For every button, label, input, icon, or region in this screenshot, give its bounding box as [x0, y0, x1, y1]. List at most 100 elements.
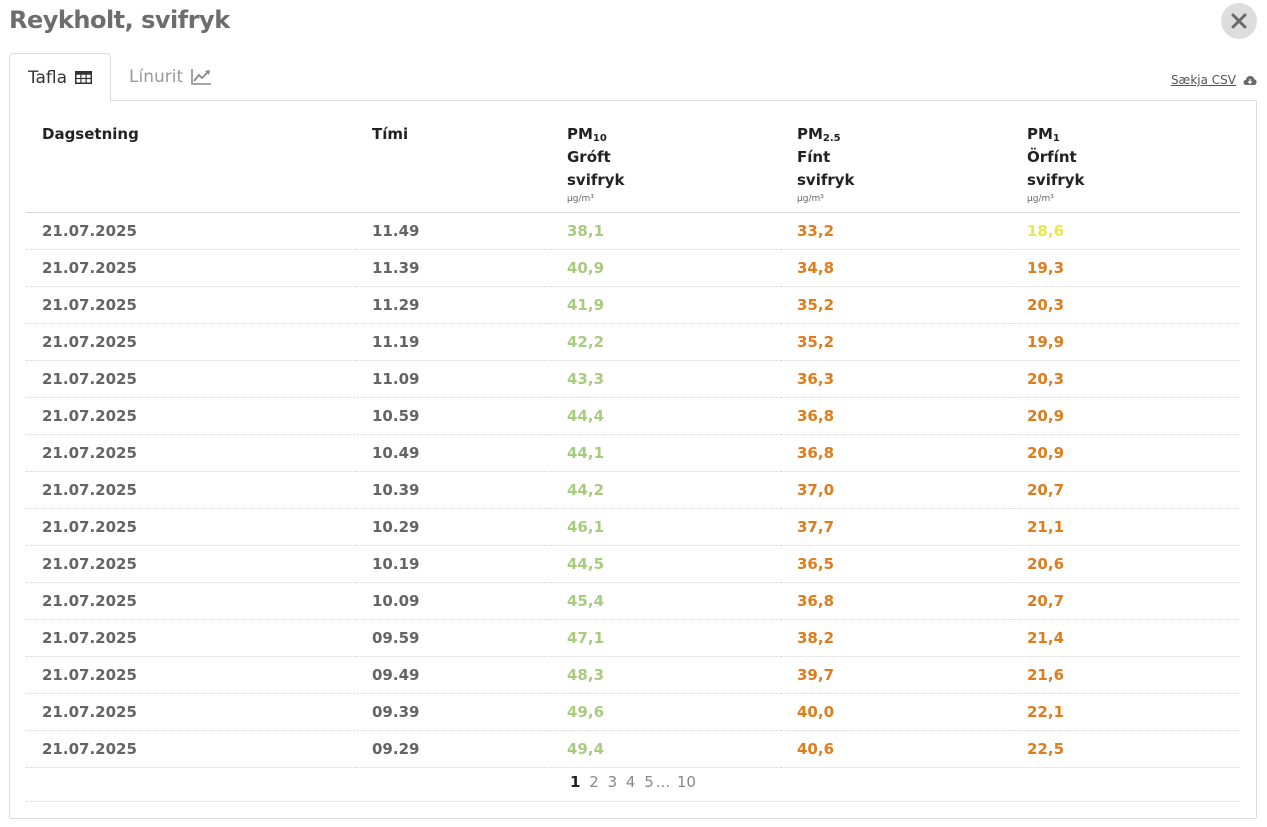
column-header-pm25[interactable]: PM2.5 Fínt svifryk µg/m³: [781, 101, 1011, 213]
cell-pm10: 48,3: [551, 656, 781, 694]
table-row: 21.07.2025 10.39 44,2 37,0 20,7: [26, 471, 1240, 509]
cell-date: 21.07.2025: [26, 434, 356, 472]
table-row: 21.07.2025 11.29 41,9 35,2 20,3: [26, 286, 1240, 324]
cell-time: 09.29: [356, 730, 551, 768]
cell-pm10: 44,2: [551, 471, 781, 509]
page-link-5[interactable]: 5: [644, 773, 654, 791]
download-csv-label: Sækja CSV: [1170, 73, 1236, 87]
cell-time: 09.59: [356, 619, 551, 657]
cell-pm1: 21,6: [1011, 656, 1240, 694]
close-icon: [1231, 13, 1247, 29]
cell-time: 11.49: [356, 212, 551, 250]
cell-date: 21.07.2025: [26, 508, 356, 546]
cell-date: 21.07.2025: [26, 582, 356, 620]
cell-pm25: 40,6: [781, 730, 1011, 768]
cell-date: 21.07.2025: [26, 286, 356, 324]
cell-pm1: 22,5: [1011, 730, 1240, 768]
cell-time: 11.09: [356, 360, 551, 398]
cell-date: 21.07.2025: [26, 397, 356, 435]
unit-label: µg/m³: [567, 194, 594, 204]
cell-pm1: 18,6: [1011, 212, 1240, 250]
cell-pm10: 49,4: [551, 730, 781, 768]
cell-pm10: 40,9: [551, 249, 781, 287]
cell-pm10: 43,3: [551, 360, 781, 398]
cell-pm1: 20,7: [1011, 582, 1240, 620]
column-header-pm10[interactable]: PM10 Gróft svifryk µg/m³: [551, 101, 781, 213]
cell-pm10: 47,1: [551, 619, 781, 657]
table-icon: [75, 71, 93, 84]
cell-pm10: 44,5: [551, 545, 781, 583]
cell-pm25: 33,2: [781, 212, 1011, 250]
tab-table[interactable]: Tafla: [9, 53, 111, 102]
cloud-download-icon: [1243, 75, 1257, 86]
cell-pm25: 36,8: [781, 434, 1011, 472]
table-row: 21.07.2025 09.39 49,6 40,0 22,1: [26, 693, 1240, 731]
cell-date: 21.07.2025: [26, 693, 356, 731]
page-link-3[interactable]: 3: [608, 773, 618, 791]
cell-time: 10.29: [356, 508, 551, 546]
cell-date: 21.07.2025: [26, 471, 356, 509]
cell-time: 11.19: [356, 323, 551, 361]
page-link-10[interactable]: 10: [677, 773, 696, 791]
cell-pm1: 20,3: [1011, 286, 1240, 324]
cell-pm10: 49,6: [551, 693, 781, 731]
column-header-pm1[interactable]: PM1 Örfínt svifryk µg/m³: [1011, 101, 1240, 213]
cell-pm10: 41,9: [551, 286, 781, 324]
cell-pm25: 39,7: [781, 656, 1011, 694]
table-row: 21.07.2025 10.59 44,4 36,8 20,9: [26, 397, 1240, 435]
cell-time: 10.19: [356, 545, 551, 583]
cell-pm25: 36,3: [781, 360, 1011, 398]
table-row: 21.07.2025 09.29 49,4 40,6 22,5: [26, 730, 1240, 768]
cell-time: 09.39: [356, 693, 551, 731]
column-header-date[interactable]: Dagsetning: [26, 101, 356, 213]
cell-time: 10.39: [356, 471, 551, 509]
cell-pm10: 44,1: [551, 434, 781, 472]
divider: [26, 801, 1240, 802]
cell-pm1: 19,3: [1011, 249, 1240, 287]
cell-date: 21.07.2025: [26, 360, 356, 398]
page-link-4[interactable]: 4: [626, 773, 636, 791]
cell-pm1: 21,4: [1011, 619, 1240, 657]
cell-pm10: 42,2: [551, 323, 781, 361]
table-panel: Dagsetning Tími PM10 Gróft svifryk µg/m³…: [9, 100, 1257, 819]
cell-date: 21.07.2025: [26, 619, 356, 657]
cell-pm10: 38,1: [551, 212, 781, 250]
column-header-time[interactable]: Tími: [356, 101, 551, 213]
cell-pm25: 34,8: [781, 249, 1011, 287]
cell-pm10: 45,4: [551, 582, 781, 620]
cell-pm1: 21,1: [1011, 508, 1240, 546]
page-title: Reykholt, svifryk: [9, 6, 230, 34]
page-link-2[interactable]: 2: [589, 773, 599, 791]
table-row: 21.07.2025 11.19 42,2 35,2 19,9: [26, 323, 1240, 361]
cell-pm1: 20,6: [1011, 545, 1240, 583]
cell-pm10: 44,4: [551, 397, 781, 435]
cell-time: 09.49: [356, 656, 551, 694]
cell-date: 21.07.2025: [26, 656, 356, 694]
download-csv-link[interactable]: Sækja CSV: [1171, 73, 1257, 87]
cell-pm25: 38,2: [781, 619, 1011, 657]
pagination-ellipsis: ...: [655, 773, 671, 791]
cell-time: 10.09: [356, 582, 551, 620]
cell-pm1: 20,3: [1011, 360, 1240, 398]
unit-label: µg/m³: [797, 194, 824, 204]
table-header-row: Dagsetning Tími PM10 Gróft svifryk µg/m³…: [26, 101, 1240, 213]
cell-pm1: 22,1: [1011, 693, 1240, 731]
table-row: 21.07.2025 11.09 43,3 36,3 20,3: [26, 360, 1240, 398]
page-link-1[interactable]: 1: [570, 773, 580, 791]
tab-table-label: Tafla: [27, 67, 68, 88]
table-row: 21.07.2025 09.49 48,3 39,7 21,6: [26, 656, 1240, 694]
cell-pm25: 37,7: [781, 508, 1011, 546]
measurements-table: Dagsetning Tími PM10 Gróft svifryk µg/m³…: [26, 101, 1240, 768]
table-row: 21.07.2025 10.29 46,1 37,7 21,1: [26, 508, 1240, 546]
cell-time: 10.49: [356, 434, 551, 472]
tab-line-chart[interactable]: Línurit: [129, 53, 212, 100]
cell-date: 21.07.2025: [26, 545, 356, 583]
close-button[interactable]: [1221, 3, 1257, 39]
cell-date: 21.07.2025: [26, 730, 356, 768]
cell-pm25: 37,0: [781, 471, 1011, 509]
pagination: 1 2 3 4 5... 10: [10, 773, 1256, 791]
cell-date: 21.07.2025: [26, 249, 356, 287]
cell-date: 21.07.2025: [26, 212, 356, 250]
table-row: 21.07.2025 11.49 38,1 33,2 18,6: [26, 212, 1240, 250]
tab-line-chart-label: Línurit: [129, 66, 184, 87]
